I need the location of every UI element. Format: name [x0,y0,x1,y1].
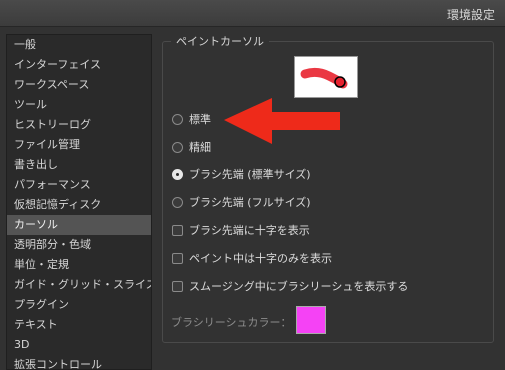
brush-stroke-preview-icon [300,67,348,89]
radio-standard[interactable]: 標準 [172,111,211,127]
checkbox-label: スムージング中にブラシリーシュを表示する [189,280,409,293]
sidebar-item-interface[interactable]: インターフェイス [7,55,151,75]
brush-leash-color-swatch[interactable] [296,306,326,334]
sidebar-item-plugins[interactable]: プラグイン [7,295,151,315]
paint-cursor-section-title: ペイントカーソル [171,33,269,49]
radio-button[interactable] [172,113,183,125]
sidebar-item-workspace[interactable]: ワークスペース [7,75,151,95]
sidebar-item-tools[interactable]: ツール [7,95,151,115]
radio-label: ブラシ先端 (フルサイズ) [189,196,311,209]
sidebar-item-history-log[interactable]: ヒストリーログ [7,115,151,135]
cursor-preview [294,56,358,98]
sidebar-item-units-rulers[interactable]: 単位・定規 [7,255,151,275]
sidebar-item-general[interactable]: 一般 [7,35,151,55]
radio-precise[interactable]: 精細 [172,139,211,155]
radio-label: 精細 [189,141,211,154]
sidebar-item-scratch-disks[interactable]: 仮想記憶ディスク [7,195,151,215]
checkbox-crosshair-while-painting[interactable]: ペイント中は十字のみを表示 [172,250,332,266]
red-arrow-icon [224,98,340,144]
radio-button[interactable] [172,141,183,153]
preferences-sidebar: 一般 インターフェイス ワークスペース ツール ヒストリーログ ファイル管理 書… [6,34,152,370]
radio-label: ブラシ先端 (標準サイズ) [189,168,311,181]
checkbox[interactable] [172,224,183,236]
sidebar-item-performance[interactable]: パフォーマンス [7,175,151,195]
sidebar-item-cursors[interactable]: カーソル [7,215,151,235]
sidebar-item-transparency-gamut[interactable]: 透明部分・色域 [7,235,151,255]
checkbox-label: ブラシ先端に十字を表示 [189,224,310,237]
sidebar-item-type[interactable]: テキスト [7,315,151,335]
sidebar-item-export[interactable]: 書き出し [7,155,151,175]
radio-button-selected[interactable] [172,168,183,180]
checkbox-show-crosshair[interactable]: ブラシ先端に十字を表示 [172,222,310,238]
checkbox-show-brush-leash[interactable]: スムージング中にブラシリーシュを表示する [172,278,408,294]
sidebar-item-3d[interactable]: 3D [7,335,151,355]
checkbox[interactable] [172,280,183,292]
checkbox-label: ペイント中は十字のみを表示 [189,252,332,265]
title-bar: 環境設定 [0,0,505,27]
sidebar-item-file-handling[interactable]: ファイル管理 [7,135,151,155]
window-title: 環境設定 [446,8,495,22]
radio-button[interactable] [172,196,183,208]
sidebar-item-guides-grid-slices[interactable]: ガイド・グリッド・スライス [7,275,151,295]
radio-brush-tip-normal[interactable]: ブラシ先端 (標準サイズ) [172,166,311,182]
checkbox[interactable] [172,252,183,264]
radio-label: 標準 [189,113,211,126]
radio-brush-tip-full[interactable]: ブラシ先端 (フルサイズ) [172,194,311,210]
brush-leash-color-label: ブラシリーシュカラー： [171,316,292,329]
